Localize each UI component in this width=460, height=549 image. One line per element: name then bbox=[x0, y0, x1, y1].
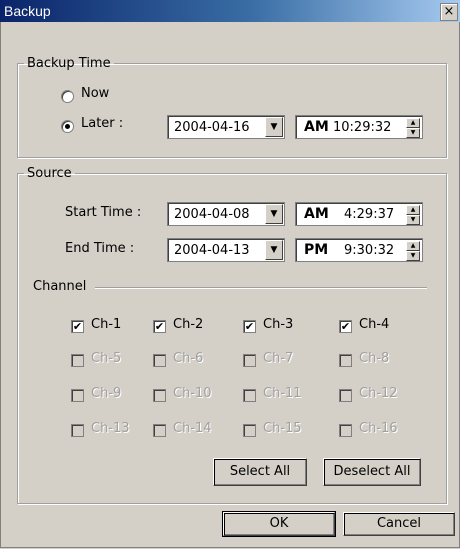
channel-label: Channel bbox=[33, 279, 87, 294]
backup-time-legend: Backup Time bbox=[27, 56, 111, 71]
channel-label-item: Ch-3 bbox=[263, 317, 294, 332]
channel-label-item: Ch-6 bbox=[173, 351, 204, 366]
channel-label-item: Ch-5 bbox=[91, 351, 122, 366]
end-time-value: 9:30:32 bbox=[344, 243, 395, 258]
channel-checkbox bbox=[71, 354, 84, 367]
channel-label-item: Ch-10 bbox=[173, 386, 212, 401]
close-icon[interactable]: × bbox=[440, 3, 458, 21]
start-ampm: AM bbox=[304, 206, 329, 222]
channel-checkbox bbox=[71, 389, 84, 402]
channel-label-item: Ch-16 bbox=[359, 421, 398, 436]
end-time-label: End Time : bbox=[65, 241, 135, 256]
end-time-picker[interactable]: PM 9:30:32 ▲ ▼ bbox=[295, 238, 423, 262]
channel-checkbox[interactable]: ✔ bbox=[339, 320, 352, 333]
channel-divider bbox=[95, 287, 427, 289]
backup-time-group: Backup Time bbox=[17, 56, 447, 158]
dialog-body: Backup Time Now Later : 2004-04-16 ▼ AM … bbox=[0, 22, 460, 548]
channel-checkbox bbox=[153, 354, 166, 367]
channel-checkbox bbox=[339, 424, 352, 437]
window-title: Backup bbox=[4, 3, 51, 19]
cancel-button[interactable]: Cancel bbox=[343, 512, 455, 536]
channel-checkbox bbox=[339, 389, 352, 402]
channel-label-item: Ch-9 bbox=[91, 386, 122, 401]
title-bar: Backup × bbox=[0, 0, 460, 22]
spin-up-icon[interactable]: ▲ bbox=[406, 241, 420, 251]
spin-down-icon[interactable]: ▼ bbox=[406, 128, 420, 138]
channel-checkbox bbox=[71, 424, 84, 437]
later-time-value: 10:29:32 bbox=[333, 120, 392, 135]
channel-checkbox[interactable]: ✔ bbox=[71, 320, 84, 333]
channel-checkbox[interactable]: ✔ bbox=[243, 320, 256, 333]
spin-down-icon[interactable]: ▼ bbox=[406, 215, 420, 225]
radio-later[interactable] bbox=[61, 120, 74, 133]
spin-down-icon[interactable]: ▼ bbox=[406, 251, 420, 261]
channel-label-item: Ch-7 bbox=[263, 351, 294, 366]
start-time-spinner[interactable]: ▲ ▼ bbox=[406, 205, 420, 225]
start-date-picker[interactable]: 2004-04-08 ▼ bbox=[167, 202, 285, 226]
start-date-value: 2004-04-08 bbox=[174, 207, 250, 222]
spin-up-icon[interactable]: ▲ bbox=[406, 118, 420, 128]
channel-label-item: Ch-8 bbox=[359, 351, 390, 366]
channel-checkbox[interactable]: ✔ bbox=[153, 320, 166, 333]
chevron-down-icon[interactable]: ▼ bbox=[265, 240, 283, 260]
start-time-label: Start Time : bbox=[65, 205, 142, 220]
channel-checkbox bbox=[243, 424, 256, 437]
channel-label-item: Ch-13 bbox=[91, 421, 130, 436]
later-date-value: 2004-04-16 bbox=[174, 120, 250, 135]
later-time-picker[interactable]: AM 10:29:32 ▲ ▼ bbox=[295, 115, 423, 139]
channel-checkbox bbox=[243, 354, 256, 367]
select-all-button[interactable]: Select All bbox=[213, 458, 307, 486]
chevron-down-icon[interactable]: ▼ bbox=[265, 117, 283, 137]
spin-up-icon[interactable]: ▲ bbox=[406, 205, 420, 215]
channel-checkbox bbox=[153, 389, 166, 402]
later-date-picker[interactable]: 2004-04-16 ▼ bbox=[167, 115, 285, 139]
chevron-down-icon[interactable]: ▼ bbox=[265, 204, 283, 224]
channel-checkbox bbox=[153, 424, 166, 437]
channel-checkbox bbox=[339, 354, 352, 367]
later-label: Later : bbox=[81, 116, 124, 131]
radio-now[interactable] bbox=[61, 90, 74, 103]
channel-label-item: Ch-15 bbox=[263, 421, 302, 436]
channel-label-item: Ch-12 bbox=[359, 386, 398, 401]
end-time-spinner[interactable]: ▲ ▼ bbox=[406, 241, 420, 261]
start-time-value: 4:29:37 bbox=[344, 207, 395, 222]
end-date-picker[interactable]: 2004-04-13 ▼ bbox=[167, 238, 285, 262]
source-legend: Source bbox=[27, 166, 72, 181]
channel-label-item: Ch-2 bbox=[173, 317, 204, 332]
end-ampm: PM bbox=[304, 242, 329, 258]
channel-checkbox bbox=[243, 389, 256, 402]
channel-label-item: Ch-14 bbox=[173, 421, 212, 436]
later-time-spinner[interactable]: ▲ ▼ bbox=[406, 118, 420, 138]
now-label: Now bbox=[81, 86, 110, 101]
later-ampm: AM bbox=[304, 119, 329, 135]
deselect-all-button[interactable]: Deselect All bbox=[323, 458, 421, 486]
channel-label-item: Ch-11 bbox=[263, 386, 302, 401]
channel-label-item: Ch-4 bbox=[359, 317, 390, 332]
ok-button[interactable]: OK bbox=[222, 511, 336, 537]
start-time-picker[interactable]: AM 4:29:37 ▲ ▼ bbox=[295, 202, 423, 226]
end-date-value: 2004-04-13 bbox=[174, 243, 250, 258]
channel-label-item: Ch-1 bbox=[91, 317, 122, 332]
